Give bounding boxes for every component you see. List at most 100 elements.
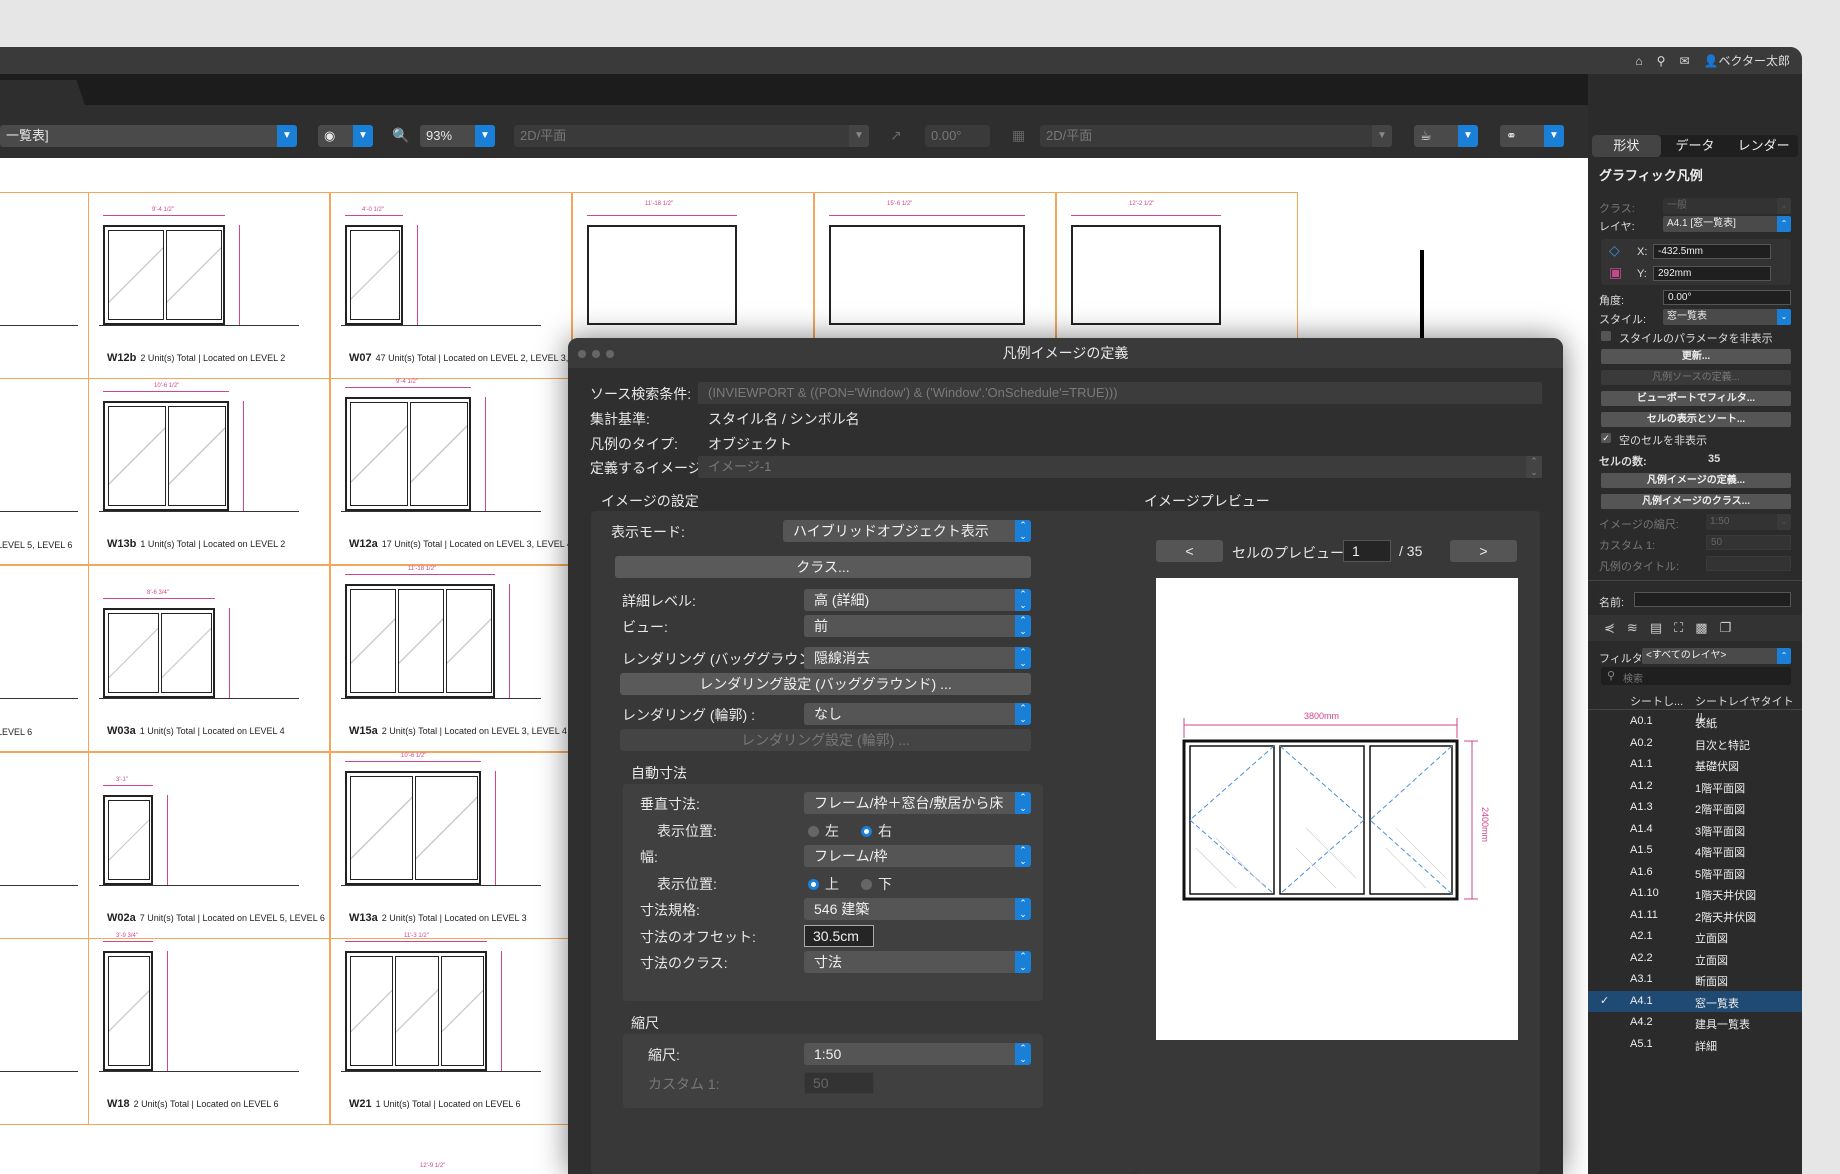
dim-standard-select[interactable]: 546 建築 ⌃ ⌄ (804, 898, 1031, 920)
previous-cell-button[interactable]: < (1156, 540, 1223, 562)
document-icon[interactable]: ❐ (1720, 620, 1732, 636)
viewport-filter-button[interactable]: ビューポートでフィルタ... (1601, 391, 1791, 406)
legend-cell[interactable]: 3'-9 3/4" W18 2 Unit(s) Total | Located on… (88, 933, 330, 1125)
custom-scale-field[interactable]: 50 (1706, 535, 1791, 550)
render-line-select[interactable]: なし ⌃ ⌄ (804, 703, 1031, 725)
zoom-button[interactable] (606, 350, 614, 358)
column-sheet-number[interactable]: シートし... (1630, 693, 1683, 709)
position-bottom-radio[interactable]: 下 (861, 874, 892, 894)
sheet-row[interactable]: A2.1 立面図 (1588, 926, 1802, 947)
next-cell-button[interactable]: > (1450, 540, 1517, 562)
view-select[interactable]: 2D/平面 ▼ (514, 125, 869, 147)
sheet-row[interactable]: A1.2 1階平面図 (1588, 776, 1802, 797)
legend-cell[interactable]: LEVEL 6 (0, 565, 89, 752)
projection-select[interactable]: ⚭ ▼ (1500, 125, 1564, 147)
legend-cell[interactable] (0, 192, 89, 379)
custom-scale-input[interactable]: 50 (804, 1072, 874, 1094)
visibility-select[interactable]: ◉ ▼ (318, 125, 373, 147)
sheet-row[interactable]: A0.1 表紙 (1588, 711, 1802, 732)
legend-cell[interactable] (0, 752, 89, 939)
vertical-dim-select[interactable]: フレーム/枠＋窓台/敷居から床 ⌃ ⌄ (804, 792, 1031, 814)
render-line-settings-button[interactable]: レンダリング設定 (輪郭) ... (620, 729, 1031, 751)
legend-title-field[interactable] (1706, 556, 1791, 571)
layers-icon[interactable]: ≋ (1627, 620, 1638, 636)
image-select[interactable]: イメージ-1 ⌃ ⌄ (698, 456, 1542, 478)
mail-icon[interactable]: ✉ (1679, 54, 1689, 68)
rotation-field[interactable]: 0.00° (925, 125, 990, 147)
x-field[interactable]: -432.5mm (1653, 244, 1771, 259)
width-dim-select[interactable]: フレーム/枠 ⌃ ⌄ (804, 845, 1031, 867)
legend-cell[interactable]: 9'-4 1/2" W12a 17 Unit(s) Total | Located … (330, 378, 612, 565)
dim-offset-input[interactable]: 30.5cm (804, 925, 874, 947)
image-class-button[interactable]: 凡例イメージのクラス... (1601, 494, 1791, 509)
zoom-select[interactable]: 93% ▼ (420, 125, 495, 147)
legend-cell[interactable]: 11'-18 1/2" W15a 2 Unit(s) Total | Located… (330, 565, 572, 752)
update-button[interactable]: 更新... (1601, 349, 1791, 364)
legend-cell[interactable]: 10'-6 1/2" W13a 2 Unit(s) Total | Located … (330, 752, 572, 939)
home-icon[interactable]: ⌂ (1635, 54, 1642, 68)
render-mode-select[interactable]: ☕ ▼ (1414, 125, 1478, 147)
layer-select[interactable]: A4.1 [窓一覧表] ⌃ (1663, 216, 1791, 232)
legend-cell[interactable]: LEVEL 5, LEVEL 6 (0, 378, 89, 565)
sheet-row[interactable]: A1.10 1階天井伏図 (1588, 883, 1802, 904)
search-box[interactable]: ⚲ 検索 (1601, 667, 1791, 685)
viewport-icon[interactable]: ⛶ (1674, 620, 1683, 636)
tab-shape[interactable]: 形状 (1592, 135, 1661, 157)
legend-cell[interactable]: 9'-4 1/2" W12b 2 Unit(s) Total | Located o… (88, 192, 330, 379)
view-select[interactable]: 前 ⌃ ⌄ (804, 615, 1031, 637)
render-background-select[interactable]: 隠線消去 ⌃ ⌄ (804, 647, 1031, 669)
sheet-row[interactable]: A1.11 2階天井伏図 (1588, 905, 1802, 926)
style-select[interactable]: 窓一覧表 ⌄ (1663, 309, 1791, 325)
cell-display-button[interactable]: セルの表示とソート... (1601, 412, 1791, 427)
position-left-radio[interactable]: 左 (808, 821, 839, 841)
detail-level-select[interactable]: 高 (詳細) ⌃ ⌄ (804, 589, 1031, 611)
class-select[interactable]: 一般 ⌄ (1663, 198, 1791, 214)
layer-select[interactable]: 一覧表] ▼ (0, 125, 297, 147)
legend-cell[interactable]: 4'-0 1/2" W07 47 Unit(s) Total | Located o… (330, 192, 686, 379)
sheet-row[interactable]: A3.1 断面図 (1588, 969, 1802, 990)
document-tab[interactable] (0, 80, 85, 105)
sheet-row[interactable]: A1.1 基礎伏図 (1588, 754, 1802, 775)
sheet-row[interactable]: A2.2 立面図 (1588, 948, 1802, 969)
sheet-row[interactable]: A0.2 目次と特記 (1588, 733, 1802, 754)
sheet-row[interactable]: ✓ A4.1 窓一覧表 (1588, 990, 1802, 1012)
search-icon[interactable]: ⚲ (1657, 54, 1666, 68)
define-source-button[interactable]: 凡例ソースの定義... (1601, 370, 1791, 385)
hide-style-params-checkbox[interactable] (1601, 331, 1611, 341)
class-button[interactable]: クラス... (615, 556, 1031, 578)
close-button[interactable] (578, 350, 586, 358)
sheet-row[interactable]: A1.3 2階平面図 (1588, 797, 1802, 818)
legend-cell[interactable]: 8'-6 3/4" W03a 1 Unit(s) Total | Located o… (88, 565, 330, 752)
sheet-row[interactable]: A1.6 5階平面図 (1588, 862, 1802, 883)
layer-filter-select[interactable]: <すべてのレイヤ> ⌃ (1642, 648, 1791, 664)
legend-cell[interactable]: 10'-6 1/2" W13b 1 Unit(s) Total | Located … (88, 378, 330, 565)
share-icon[interactable]: ⋞ (1604, 620, 1615, 636)
user-menu[interactable]: 👤ベクター太郎 (1704, 52, 1790, 69)
position-right-radio[interactable]: 右 (861, 821, 892, 841)
tab-render[interactable]: レンダー (1729, 135, 1798, 157)
dim-class-select[interactable]: 寸法 ⌃ ⌄ (804, 951, 1031, 973)
minimize-button[interactable] (592, 350, 600, 358)
image-scale-select[interactable]: 1:50 ⌄ (1706, 514, 1791, 530)
legend-cell[interactable]: 11'-3 1/2" W21 1 Unit(s) Total | Located o… (330, 933, 572, 1125)
cell-preview-input[interactable]: 1 (1343, 540, 1391, 562)
y-field[interactable]: 292mm (1653, 266, 1771, 281)
sheet-row[interactable]: A5.1 詳細 (1588, 1034, 1802, 1055)
sheet-icon[interactable]: ▤ (1650, 620, 1662, 636)
legend-cell[interactable]: 3'-1" W02a 7 Unit(s) Total | Located on LE… (88, 752, 330, 939)
sheet-row[interactable]: A4.2 建具一覧表 (1588, 1012, 1802, 1033)
render-background-settings-button[interactable]: レンダリング設定 (バッググラウンド) ... (620, 673, 1031, 695)
name-field[interactable] (1634, 592, 1791, 607)
scale-select[interactable]: 1:50 ⌃ ⌄ (804, 1043, 1031, 1065)
source-field[interactable]: (INVIEWPORT & ((PON='Window') & ('Window… (698, 382, 1542, 404)
image-icon[interactable]: ▩ (1695, 620, 1707, 636)
tab-data[interactable]: データ (1661, 135, 1730, 157)
legend-cell[interactable] (0, 938, 89, 1125)
define-image-button[interactable]: 凡例イメージの定義... (1601, 473, 1791, 488)
sheet-row[interactable]: A1.4 3階平面図 (1588, 819, 1802, 840)
plane-select[interactable]: 2D/平面 ▼ (1040, 125, 1392, 147)
sheet-row[interactable]: A1.5 4階平面図 (1588, 840, 1802, 861)
angle-field[interactable]: 0.00° (1663, 290, 1791, 305)
display-mode-select[interactable]: ハイブリッドオブジェクト表示 ⌃ ⌄ (783, 520, 1031, 542)
position-top-radio[interactable]: 上 (808, 874, 839, 894)
